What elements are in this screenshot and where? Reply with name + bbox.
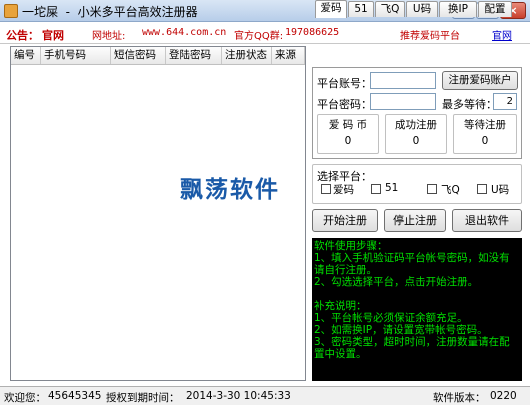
table-header: 编号 手机号码 短信密码 登陆密码 注册状态 来源 <box>11 47 305 65</box>
tab-uma[interactable]: U码 <box>406 1 438 17</box>
console-line: 2、如需换IP，请设置宽带帐号密码。 <box>314 324 488 336</box>
start-register-button[interactable]: 开始注册 <box>312 209 378 232</box>
stat-success-count: 成功注册 0 <box>385 114 447 154</box>
auth-expiry-label: 授权到期时间： <box>106 392 180 404</box>
window-title: 一坨屎 - 小米多平台高效注册器 <box>22 5 198 19</box>
console-line: 1、填入手机验证码平台帐号密码，如没有请自行注册。 <box>314 252 510 276</box>
platform-password-input[interactable] <box>370 93 436 110</box>
tab-config[interactable]: 配置 <box>478 1 512 17</box>
console-line: 2、勾选选择平台，点击开始注册。 <box>314 276 479 288</box>
app-icon <box>4 4 18 18</box>
stat-waiting-label: 等待注册 <box>454 117 516 132</box>
auth-expiry-value: 2014-3-30 10:45:33 <box>186 390 291 402</box>
max-wait-input[interactable]: 2 <box>493 93 517 110</box>
stat-aima-coins-value: 0 <box>344 135 352 147</box>
version-label: 软件版本： <box>433 392 486 404</box>
console-line: 补充说明： <box>314 300 367 312</box>
welcome-label: 欢迎您： <box>4 392 46 404</box>
max-wait-label: 最多等待： <box>442 98 497 111</box>
recommend-platform-label: 推荐爱码平台 <box>400 31 460 42</box>
register-aima-account-button[interactable]: 注册爱码账户 <box>442 71 518 90</box>
checkbox-aima-label[interactable]: 爱码 <box>333 182 354 197</box>
qq-group-number: 197086625 <box>285 27 340 38</box>
stop-register-button[interactable]: 停止注册 <box>384 209 446 232</box>
notice-url-label: 网地址: <box>92 31 126 42</box>
platform-select-group: 选择平台： 爱码 51 飞Q U码 <box>312 164 522 204</box>
recommend-platform-link[interactable]: 官网 <box>492 27 512 42</box>
stat-aima-coins: 爱 码 币 0 <box>317 114 379 154</box>
console-line: 3、密码类型，超时时间，注册数量请在配置中设置。 <box>314 336 510 360</box>
exit-button[interactable]: 退出软件 <box>452 209 522 232</box>
checkbox-aima[interactable] <box>321 184 331 194</box>
checkbox-uma[interactable] <box>477 184 487 194</box>
platform-account-label: 平台账号： <box>317 77 372 90</box>
status-bar: 欢迎您： 45645345 授权到期时间： 2014-3-30 10:45:33… <box>0 386 530 405</box>
checkbox-uma-label[interactable]: U码 <box>491 182 509 197</box>
stat-waiting-count: 等待注册 0 <box>453 114 517 154</box>
tab-feiq[interactable]: 飞Q <box>375 1 405 17</box>
tab-change-ip[interactable]: 换IP <box>439 1 477 17</box>
column-header-source[interactable]: 来源 <box>272 47 305 64</box>
qq-group-label: 官方QQ群: <box>234 31 284 42</box>
official-url: www.644.com.cn <box>142 27 227 38</box>
column-header-id[interactable]: 编号 <box>11 47 41 64</box>
checkbox-feiq[interactable] <box>427 184 437 194</box>
stat-aima-coins-label: 爱 码 币 <box>318 117 378 132</box>
column-header-phone[interactable]: 手机号码 <box>41 47 111 64</box>
checkbox-51-label[interactable]: 51 <box>385 182 398 194</box>
column-header-login-password[interactable]: 登陆密码 <box>166 47 222 64</box>
console-line: 软件使用步骤： <box>314 240 388 252</box>
platform-account-input[interactable] <box>370 72 436 89</box>
platform-password-label: 平台密码： <box>317 98 372 111</box>
notice-label: 公告： <box>6 29 39 42</box>
watermark-logo: 飘荡软件 <box>180 177 280 203</box>
stat-success-value: 0 <box>412 135 420 147</box>
stat-success-label: 成功注册 <box>386 117 446 132</box>
account-table[interactable]: 编号 手机号码 短信密码 登陆密码 注册状态 来源 <box>10 46 306 381</box>
tab-aima[interactable]: 爱码 <box>315 0 347 18</box>
tab-51[interactable]: 51 <box>348 1 374 17</box>
console-line: 1、平台帐号必须保证余额充足。 <box>314 312 468 324</box>
checkbox-feiq-label[interactable]: 飞Q <box>441 182 460 197</box>
notice-official: 官网 <box>42 29 64 42</box>
column-header-sms-password[interactable]: 短信密码 <box>111 47 166 64</box>
checkbox-51[interactable] <box>371 184 381 194</box>
version-value: 0220 <box>490 390 517 402</box>
announcement-bar: 公告： 官网 网地址: www.644.com.cn 官方QQ群: 197086… <box>0 22 530 44</box>
tab-panel-aima: 平台账号： 注册爱码账户 平台密码： 最多等待： 2 爱 码 币 0 成功注册 … <box>312 67 522 159</box>
log-console[interactable]: 软件使用步骤： 1、填入手机验证码平台帐号密码，如没有请自行注册。 2、勾选选择… <box>312 238 522 381</box>
column-header-status[interactable]: 注册状态 <box>222 47 272 64</box>
user-id: 45645345 <box>48 390 102 402</box>
stat-waiting-value: 0 <box>481 135 489 147</box>
